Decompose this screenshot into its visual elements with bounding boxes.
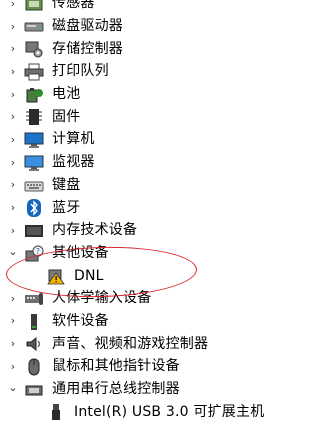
tree-item-label: 键盘 — [52, 176, 81, 193]
tree-item-software-devices[interactable]: › 软件设备 — [0, 310, 256, 333]
tree-item-label: 声音、视频和游戏控制器 — [52, 335, 209, 352]
audio-icon — [24, 335, 44, 353]
hid-icon — [24, 290, 44, 308]
printer-icon — [24, 63, 44, 81]
tree-item-label: 固件 — [52, 108, 81, 125]
chevron-right-icon[interactable]: › — [8, 42, 18, 55]
tree-item-keyboards[interactable]: › 键盘 — [0, 174, 256, 197]
tree-item-label: 其他设备 — [52, 244, 109, 261]
monitor-icon — [24, 154, 44, 172]
chevron-right-icon[interactable]: › — [8, 88, 18, 101]
tree-item-label: 传感器 — [52, 0, 95, 12]
chevron-right-icon[interactable]: › — [8, 133, 18, 146]
chevron-right-icon[interactable]: › — [8, 224, 18, 237]
tree-item-label: DNL — [74, 267, 104, 284]
chevron-right-icon[interactable]: › — [8, 110, 18, 123]
tree-item-label: 存储控制器 — [52, 40, 123, 57]
tree-item-monitors[interactable]: › 监视器 — [0, 151, 256, 174]
tree-item-label: 计算机 — [52, 131, 95, 148]
tree-item-dnl[interactable]: DNL — [0, 264, 256, 287]
chevron-right-icon[interactable]: › — [8, 65, 18, 78]
chevron-right-icon[interactable]: › — [8, 201, 18, 214]
tree-item-batteries[interactable]: › 电池 — [0, 83, 256, 106]
tree-item-label: 通用串行总线控制器 — [52, 381, 180, 398]
tree-item-hid[interactable]: › 人体学输入设备 — [0, 287, 256, 310]
firmware-icon — [24, 108, 44, 126]
tree-item-label: 蓝牙 — [52, 199, 81, 216]
storage-controller-icon — [24, 40, 44, 58]
tree-item-label: Intel(R) USB 3.0 可扩展主机 — [74, 403, 265, 420]
software-device-icon — [24, 313, 44, 331]
tree-item-label: 电池 — [52, 86, 81, 103]
tree-item-storage-controllers[interactable]: › 存储控制器 — [0, 37, 256, 60]
chevron-right-icon[interactable]: › — [8, 178, 18, 191]
tree-item-label: 内存技术设备 — [52, 222, 138, 239]
tree-item-label: 鼠标和其他指针设备 — [52, 358, 180, 375]
chevron-right-icon[interactable]: › — [8, 337, 18, 350]
tree-item-label: 打印队列 — [52, 63, 109, 80]
tree-item-label: 磁盘驱动器 — [52, 18, 123, 35]
chevron-down-icon[interactable]: ⌄ — [8, 245, 18, 258]
chevron-right-icon[interactable]: › — [8, 292, 18, 305]
tree-item-other-devices[interactable]: ⌄ ? 其他设备 — [0, 242, 256, 265]
chevron-right-icon[interactable]: › — [8, 156, 18, 169]
keyboard-icon — [24, 177, 44, 195]
tree-item-mice[interactable]: › 鼠标和其他指针设备 — [0, 355, 256, 378]
tree-item-intel-usb[interactable]: Intel(R) USB 3.0 可扩展主机 — [0, 400, 264, 423]
bluetooth-icon — [24, 199, 44, 218]
tree-item-computer[interactable]: › 计算机 — [0, 128, 256, 151]
other-devices-icon: ? — [24, 245, 44, 263]
disk-drive-icon — [24, 18, 44, 36]
battery-icon — [24, 86, 44, 104]
tree-item-label: 软件设备 — [52, 312, 109, 329]
tree-item-print-queues[interactable]: › 打印队列 — [0, 60, 256, 83]
tree-item-usb-controllers[interactable]: ⌄ 通用串行总线控制器 — [0, 378, 256, 401]
chevron-down-icon[interactable]: ⌄ — [8, 381, 18, 394]
computer-icon — [24, 131, 44, 149]
tree-item-label: 人体学输入设备 — [52, 290, 152, 307]
chevron-right-icon[interactable]: › — [8, 360, 18, 373]
tree-item-memory-devices[interactable]: › 内存技术设备 — [0, 219, 256, 242]
tree-item-sensors[interactable]: › 传感器 — [0, 0, 256, 15]
svg-text:?: ? — [36, 247, 40, 256]
device-manager-tree: › 传感器 › 磁盘驱动器 › 存储控制器 › 打印队列 › 电池 › 固件 ›… — [0, 0, 264, 431]
tree-item-disk-drives[interactable]: › 磁盘驱动器 — [0, 15, 256, 38]
chevron-right-icon[interactable]: › — [8, 0, 18, 10]
chevron-right-icon[interactable]: › — [8, 314, 18, 327]
tree-item-label: 监视器 — [52, 154, 95, 171]
usb-plug-icon — [46, 403, 66, 421]
usb-icon — [24, 381, 44, 399]
mouse-icon — [24, 358, 44, 376]
sensor-icon — [24, 0, 44, 13]
memory-device-icon — [24, 222, 44, 240]
tree-item-bluetooth[interactable]: › 蓝牙 — [0, 196, 256, 219]
warning-device-icon — [46, 267, 66, 285]
chevron-right-icon[interactable]: › — [8, 20, 18, 33]
tree-item-firmware[interactable]: › 固件 — [0, 105, 256, 128]
tree-item-sound-video-game[interactable]: › 声音、视频和游戏控制器 — [0, 332, 256, 355]
